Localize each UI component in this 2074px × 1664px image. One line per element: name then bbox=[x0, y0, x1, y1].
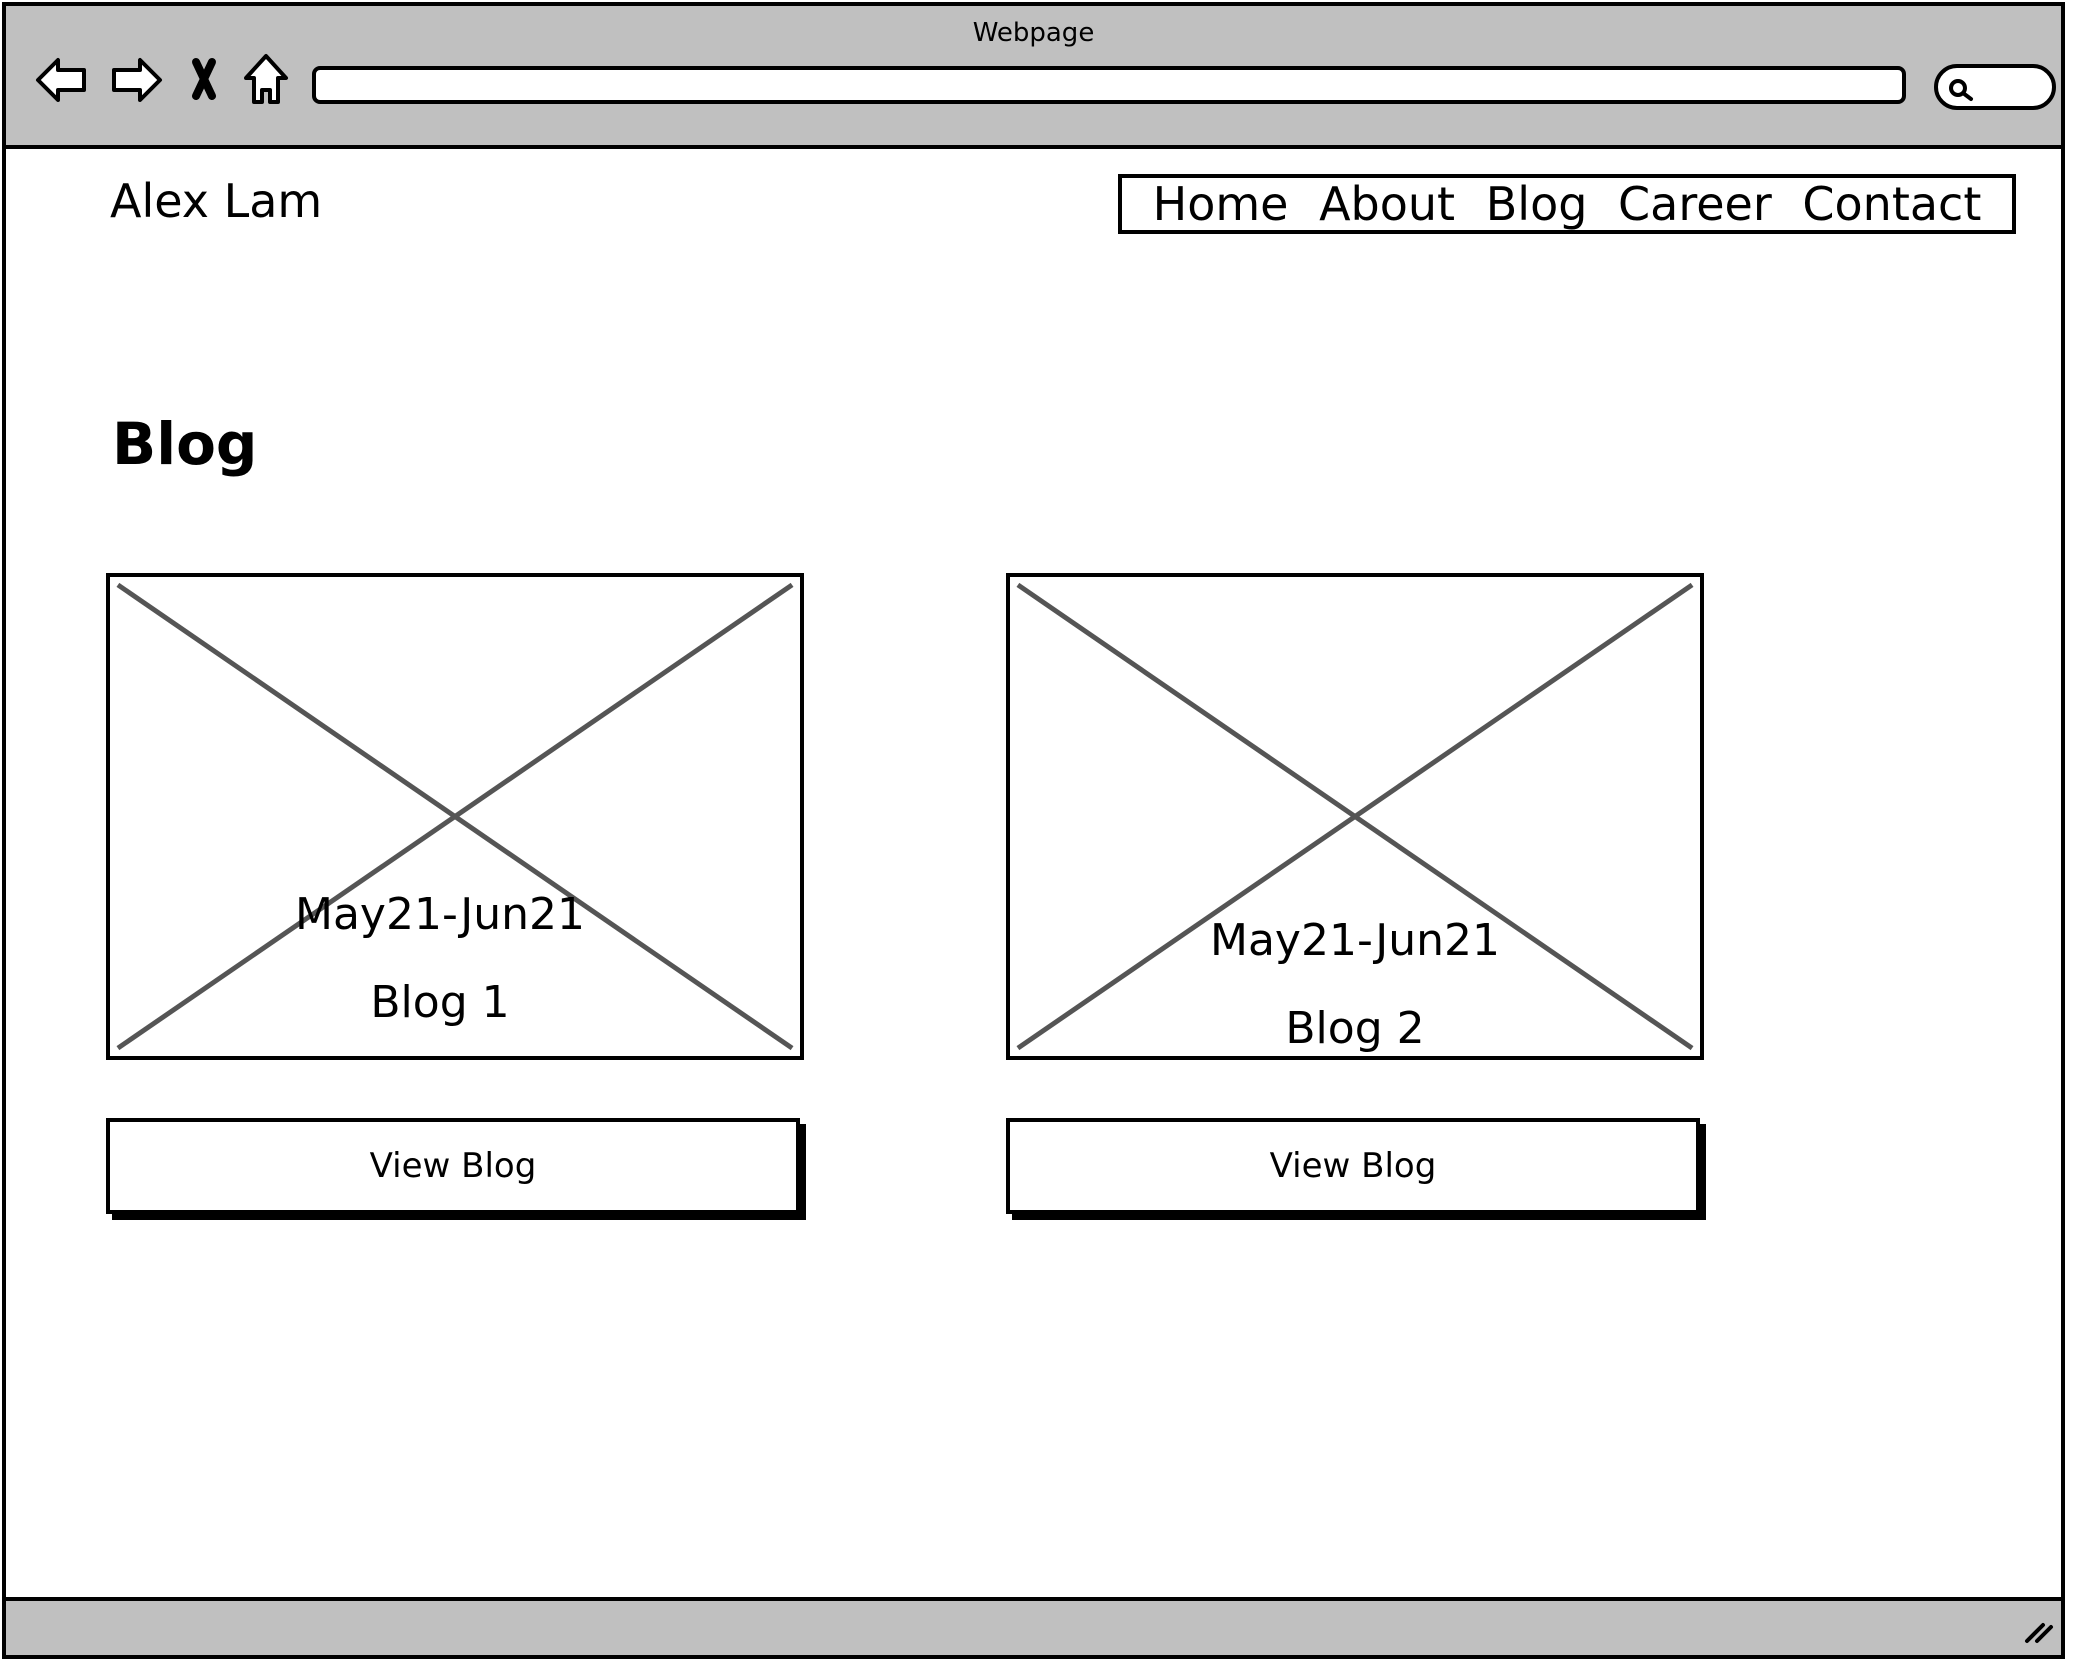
view-blog-button[interactable]: View Blog bbox=[106, 1118, 800, 1214]
address-bar[interactable] bbox=[312, 66, 1906, 104]
blog-card-image[interactable]: May21-Jun21 Blog 1 bbox=[106, 573, 804, 1060]
nav-about[interactable]: About bbox=[1319, 177, 1455, 231]
page-heading: Blog bbox=[112, 410, 258, 478]
view-blog-button[interactable]: View Blog bbox=[1006, 1118, 1700, 1214]
resize-grip-icon[interactable] bbox=[2021, 1615, 2055, 1649]
window-title: Webpage bbox=[972, 18, 1095, 48]
stop-icon[interactable] bbox=[182, 50, 242, 110]
nav-career[interactable]: Career bbox=[1618, 177, 1772, 231]
nav-blog[interactable]: Blog bbox=[1486, 177, 1588, 231]
image-placeholder-icon bbox=[1016, 582, 1694, 1051]
blog-card-title: Blog 2 bbox=[1285, 1003, 1425, 1054]
search-icon bbox=[1946, 76, 1976, 106]
home-icon[interactable] bbox=[238, 50, 298, 110]
blog-card-date: May21-Jun21 bbox=[294, 889, 586, 940]
blog-card-date: May21-Jun21 bbox=[1209, 915, 1501, 966]
site-name: Alex Lam bbox=[110, 174, 323, 228]
browser-toolbar: Webpage bbox=[6, 6, 2061, 149]
forward-arrow-icon[interactable] bbox=[106, 50, 166, 110]
site-nav: Home About Blog Career Contact bbox=[1118, 174, 2016, 234]
nav-home[interactable]: Home bbox=[1153, 177, 1289, 231]
browser-search-box[interactable] bbox=[1934, 64, 2056, 110]
back-arrow-icon[interactable] bbox=[32, 50, 92, 110]
browser-status-bar bbox=[6, 1597, 2061, 1655]
nav-contact[interactable]: Contact bbox=[1802, 177, 1981, 231]
blog-card-title: Blog 1 bbox=[370, 977, 510, 1028]
browser-window: Webpage Alex Lam Home About Blog Career … bbox=[2, 2, 2065, 1659]
blog-card-image[interactable]: May21-Jun21 Blog 2 bbox=[1006, 573, 1704, 1060]
